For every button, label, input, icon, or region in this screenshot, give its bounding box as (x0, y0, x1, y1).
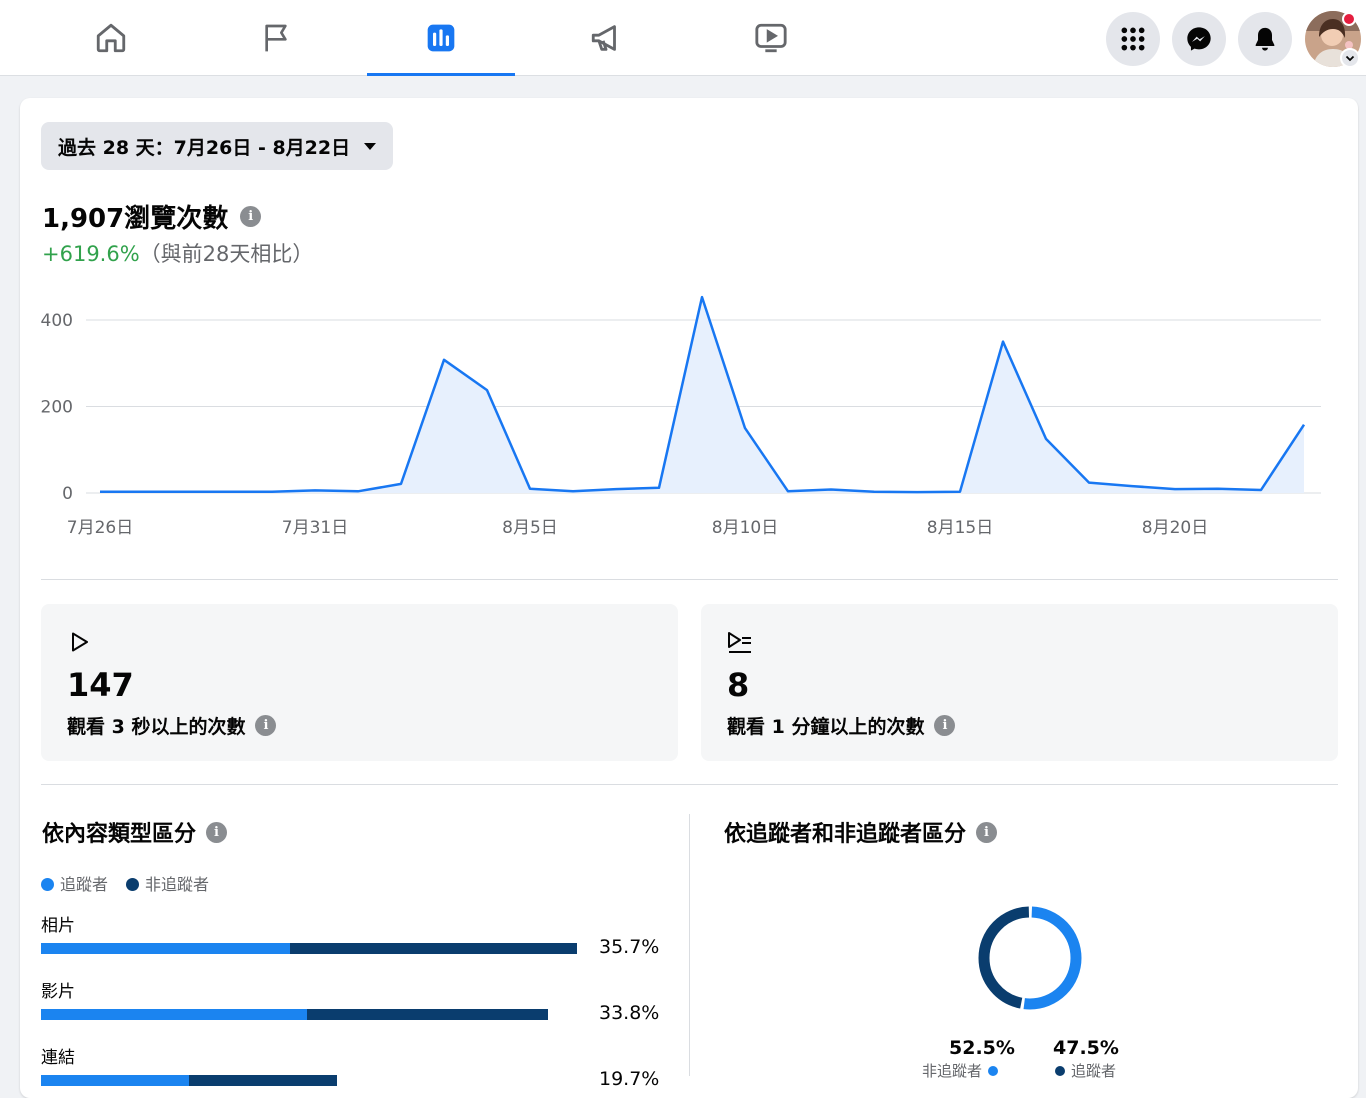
views-total: 1,907瀏覽次數 i (42, 198, 261, 235)
content-row-label: 相片 (41, 911, 75, 936)
content-row-bar (41, 943, 577, 954)
y-tick-label: 0 (62, 484, 73, 504)
play-list-icon (727, 630, 753, 654)
x-tick-label: 7月31日 (282, 518, 348, 538)
home-icon (94, 21, 128, 55)
non-follower-segment (189, 1075, 337, 1086)
donut-label-non-follower: 非追蹤者 (922, 1060, 998, 1081)
x-tick-label: 7月26日 (67, 518, 133, 538)
content-row-bar (41, 1075, 337, 1086)
notification-dot (1342, 12, 1356, 26)
donut-pct-non-follower: 52.5% (949, 1037, 1015, 1059)
chevron-down-icon (1344, 52, 1356, 64)
stat-label: 觀看 3 秒以上的次數 i (67, 712, 276, 739)
area-fill (100, 297, 1304, 493)
donut-label-text: 非追蹤者 (922, 1060, 982, 1081)
messenger-icon (1185, 25, 1213, 53)
stat-value: 8 (727, 666, 749, 704)
follower-segment (41, 1009, 307, 1020)
donut-pct-follower: 47.5% (1053, 1037, 1119, 1059)
video-icon (754, 21, 788, 55)
followers-title-text: 依追蹤者和非追蹤者區分 (724, 816, 966, 848)
follower-segment (41, 1075, 189, 1086)
divider (41, 784, 1338, 785)
menu-grid-icon (1120, 26, 1146, 52)
info-icon[interactable]: i (976, 822, 997, 843)
follower-segment (41, 943, 290, 954)
content-row-pct: 33.8% (599, 1002, 659, 1024)
views-delta: +619.6%（與前28天相比） (42, 238, 313, 268)
y-tick-label: 200 (41, 398, 73, 418)
date-range-dropdown[interactable]: 過去 28 天：7月26日 - 8月22日 (41, 122, 393, 170)
legend-item-non-follower: 非追蹤者 (126, 871, 209, 895)
views-total-value: 1,907瀏覽次數 (42, 198, 228, 235)
info-icon[interactable]: i (240, 206, 261, 227)
column-divider (689, 814, 690, 1076)
info-icon[interactable]: i (934, 715, 955, 736)
non-follower-segment (290, 943, 577, 954)
megaphone-icon (589, 21, 623, 55)
flag-icon (260, 22, 292, 54)
account-menu-button[interactable] (1340, 48, 1360, 68)
messenger-button[interactable] (1172, 12, 1226, 66)
stat-label-text: 觀看 1 分鐘以上的次數 (727, 712, 924, 739)
views-delta-value: +619.6% (42, 242, 140, 266)
x-tick-label: 8月10日 (712, 518, 778, 538)
legend-label: 非追蹤者 (145, 875, 209, 894)
legend-item-follower: 追蹤者 (41, 871, 108, 895)
info-icon[interactable]: i (206, 822, 227, 843)
donut-label-text: 追蹤者 (1071, 1060, 1116, 1081)
legend-dot (1055, 1066, 1065, 1076)
x-tick-label: 8月5日 (502, 518, 558, 538)
tab-home[interactable] (37, 0, 185, 76)
content-row-label: 連結 (41, 1043, 75, 1068)
content-type-legend: 追蹤者 非追蹤者 (41, 871, 209, 895)
notifications-button[interactable] (1238, 12, 1292, 66)
content-row-bar (41, 1009, 548, 1020)
info-icon[interactable]: i (255, 715, 276, 736)
stat-card-1min-views: 8 觀看 1 分鐘以上的次數 i (701, 604, 1338, 761)
legend-dot (988, 1066, 998, 1076)
bell-icon (1251, 25, 1279, 53)
tab-pages[interactable] (202, 0, 350, 76)
play-icon (67, 630, 91, 654)
caret-down-icon (364, 143, 376, 150)
stat-value: 147 (67, 666, 134, 704)
stat-card-3s-views: 147 觀看 3 秒以上的次數 i (41, 604, 678, 761)
x-tick-label: 8月20日 (1142, 518, 1208, 538)
followers-title: 依追蹤者和非追蹤者區分 i (724, 816, 997, 848)
tab-insights[interactable] (367, 0, 515, 76)
views-delta-note: （與前28天相比） (140, 242, 314, 266)
followers-donut-chart (976, 904, 1084, 1012)
donut-label-follower: 追蹤者 (1055, 1060, 1116, 1081)
views-area-chart: 0 200 400 7月26日 7月31日 8月5日 8月10日 8月15日 8月20日 (0, 280, 1366, 550)
tab-video[interactable] (697, 0, 845, 76)
content-row-label: 影片 (41, 977, 75, 1002)
content-row-pct: 35.7% (599, 936, 659, 958)
non-follower-segment (307, 1009, 548, 1020)
content-type-title: 依內容類型區分 i (42, 816, 227, 848)
bar-chart-icon (425, 22, 457, 54)
content-row-pct: 19.7% (599, 1068, 659, 1090)
legend-label: 追蹤者 (60, 875, 108, 894)
top-navigation-bar (0, 0, 1366, 76)
menu-button[interactable] (1106, 12, 1160, 66)
y-tick-label: 400 (41, 311, 73, 331)
stat-label-text: 觀看 3 秒以上的次數 (67, 712, 245, 739)
stat-label: 觀看 1 分鐘以上的次數 i (727, 712, 955, 739)
content-type-title-text: 依內容類型區分 (42, 816, 196, 848)
x-tick-label: 8月15日 (927, 518, 993, 538)
date-range-label: 過去 28 天：7月26日 - 8月22日 (58, 133, 350, 160)
divider (41, 579, 1338, 580)
tab-ads[interactable] (532, 0, 680, 76)
